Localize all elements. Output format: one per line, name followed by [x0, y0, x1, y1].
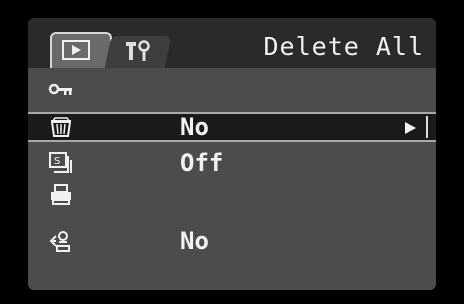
slideshow-icon: S [49, 152, 72, 173]
menu-row-protect[interactable] [28, 74, 436, 104]
menu-row-transfer[interactable]: No [28, 226, 436, 256]
play-icon [62, 40, 90, 60]
menu-row-value: No [180, 113, 209, 141]
svg-text:S: S [54, 156, 60, 167]
tab-playback[interactable] [50, 32, 112, 68]
key-icon [48, 83, 72, 95]
chevron-right-icon[interactable] [405, 122, 416, 134]
menu-row-value: No [180, 227, 209, 255]
menu-row-print[interactable] [28, 180, 436, 210]
trash-icon [50, 117, 72, 137]
menu-row-delete-all[interactable]: No [28, 112, 436, 142]
transfer-icon [49, 231, 70, 252]
printer-icon [51, 184, 71, 205]
camera-menu-screen: Delete All No S Off No [28, 18, 436, 290]
tab-bar: Delete All [28, 18, 436, 68]
menu-title: Delete All [263, 32, 424, 61]
tab-setup[interactable] [104, 36, 172, 68]
menu-row-slideshow[interactable]: S Off [28, 148, 436, 178]
tools-icon [126, 40, 150, 61]
scroll-indicator [426, 116, 428, 138]
menu-row-value: Off [180, 149, 224, 177]
